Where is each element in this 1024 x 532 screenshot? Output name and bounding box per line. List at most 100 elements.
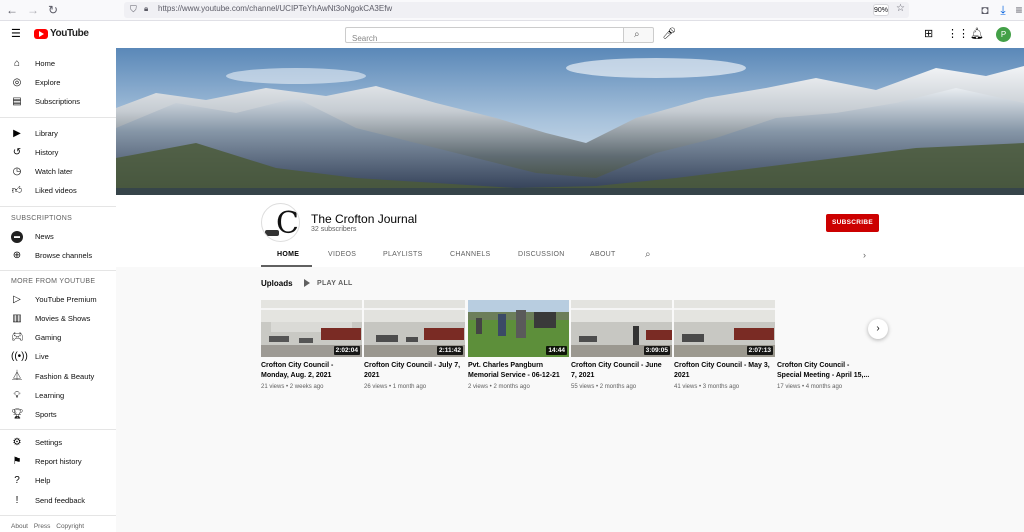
feedback-icon: ! [15, 495, 19, 506]
notifications-bell-icon[interactable]: 🔔︎ [970, 28, 984, 40]
search-input[interactable] [346, 31, 623, 46]
divider [0, 515, 116, 516]
footer-links: About Press Copyright [11, 523, 88, 530]
download-icon[interactable]: ⤓ [996, 3, 1010, 17]
sidebar-item-label: Subscriptions [35, 97, 81, 106]
view-count: 26 views [364, 384, 388, 390]
forward-arrow-icon[interactable]: → [26, 3, 40, 17]
chevron-right-icon[interactable]: › [863, 250, 866, 260]
footer-link-press[interactable]: Press [34, 523, 51, 530]
subscribe-button[interactable]: SUBSCRIBE [826, 214, 879, 232]
url-text[interactable]: https://www.youtube.com/channel/UCIPTeYh… [158, 4, 392, 13]
sidebar-item-settings[interactable]: ⚙ Settings [0, 433, 116, 452]
tab-home[interactable]: HOME [277, 251, 299, 258]
tab-channels[interactable]: CHANNELS [450, 251, 491, 258]
sidebar-item-fashion-beauty[interactable]: ⏅ Fashion & Beauty [0, 367, 116, 386]
play-all-button[interactable]: PLAY ALL [317, 280, 353, 287]
sidebar-item-live[interactable]: ((•)) Live [0, 347, 116, 366]
sidebar-item-subscriptions[interactable]: ▤ Subscriptions [0, 92, 116, 111]
sidebar-item-browse-channels[interactable]: ⊕ Browse channels [0, 246, 116, 265]
sidebar-item-label: News [35, 232, 54, 241]
live-icon: ((•)) [11, 351, 28, 362]
microphone-icon[interactable]: 🎤︎ [662, 28, 676, 40]
lock-icon[interactable]: 🔒︎ [144, 4, 148, 14]
video-title[interactable]: Crofton City Council - Monday, Aug. 2, 2… [261, 361, 359, 381]
upload-age: 1 month ago [392, 384, 427, 390]
pocket-icon[interactable]: ◘ [978, 3, 992, 17]
sidebar: ⌂ Home ◎ Explore ▤ Subscriptions ▶ Libra… [0, 48, 116, 532]
yt-header: ☰ YouTube ⌕ 🎤︎ ⊞ ⋮⋮ 🔔︎ P [0, 21, 1024, 48]
sidebar-item-help[interactable]: ? Help [0, 471, 116, 490]
footer-link-about[interactable]: About [11, 523, 28, 530]
back-arrow-icon[interactable]: ← [5, 3, 19, 17]
sidebar-item-label: YouTube Premium [35, 295, 97, 304]
subscriber-count: 32 subscribers [311, 226, 357, 233]
menu-icon[interactable]: ≡ [1012, 3, 1024, 17]
tab-discussion[interactable]: DISCUSSION [518, 251, 565, 258]
tab-videos[interactable]: VIDEOS [328, 251, 356, 258]
carousel-next-button[interactable]: › [868, 319, 888, 339]
channel-avatar[interactable]: C [261, 203, 300, 242]
sidebar-item-label: Browse channels [35, 251, 93, 260]
address-bar[interactable]: ⛉ 🔒︎ https://www.youtube.com/channel/UCI… [124, 2, 909, 18]
video-duration: 2:11:42 [436, 346, 463, 355]
sidebar-item-gaming[interactable]: 🎮︎ Gaming [0, 328, 116, 347]
bookmark-star-icon[interactable]: ☆ [896, 3, 905, 14]
sidebar-item-learning[interactable]: 💡︎ Learning [0, 386, 116, 405]
video-meta: 2 views • 2 months ago [468, 384, 530, 390]
video-thumbnail[interactable]: 2:02:04 [261, 300, 362, 357]
uploads-title[interactable]: Uploads [261, 279, 293, 288]
sidebar-item-label: Help [35, 476, 51, 485]
crofton-logo-icon: C [276, 206, 299, 241]
upload-age: 2 months ago [493, 384, 530, 390]
video-title[interactable]: Pvt. Charles Pangburn Memorial Service -… [468, 361, 566, 381]
sidebar-item-home[interactable]: ⌂ Home [0, 54, 116, 73]
sidebar-item-report-history[interactable]: ⚑ Report history [0, 452, 116, 471]
view-count: 41 views [674, 384, 698, 390]
apps-grid-icon[interactable]: ⋮⋮ [947, 28, 969, 40]
sidebar-item-explore[interactable]: ◎ Explore [0, 73, 116, 92]
reload-icon[interactable]: ↻ [46, 3, 60, 17]
sidebar-item-send-feedback[interactable]: ! Send feedback [0, 491, 116, 510]
video-duration: 2:07:13 [746, 346, 773, 355]
sidebar-item-watch-later[interactable]: ◷ Watch later [0, 162, 116, 181]
video-meta: 41 views • 3 months ago [674, 384, 740, 390]
sidebar-item-library[interactable]: ▶ Library [0, 124, 116, 143]
channel-name: The Crofton Journal [311, 212, 418, 226]
tab-playlists[interactable]: PLAYLISTS [383, 251, 423, 258]
tab-about[interactable]: ABOUT [590, 251, 616, 258]
zoom-level[interactable]: 90% [873, 4, 889, 16]
video-thumbnail[interactable]: 2:07:13 [674, 300, 775, 357]
sidebar-item-label: Report history [35, 457, 82, 466]
hamburger-menu-icon[interactable]: ☰ [11, 28, 21, 40]
play-all-icon[interactable] [304, 279, 310, 287]
news-icon: ▬ [11, 231, 23, 243]
shield-icon[interactable]: ⛉ [130, 4, 137, 15]
search-button[interactable]: ⌕ [623, 27, 654, 43]
video-thumbnail[interactable]: 14:44 [468, 300, 569, 357]
sidebar-item-sports[interactable]: 🏆︎ Sports [0, 405, 116, 424]
video-title[interactable]: Crofton City Council - June 7, 2021 [571, 361, 669, 381]
view-count: 2 views [468, 384, 489, 390]
logo-text[interactable]: YouTube [50, 28, 89, 39]
avatar[interactable]: P [996, 27, 1011, 42]
video-title[interactable]: Crofton City Council - Special Meeting -… [777, 361, 875, 381]
sidebar-item-liked-videos[interactable]: 👍︎ Liked videos [0, 181, 116, 200]
sidebar-item-label: Explore [35, 78, 61, 87]
sidebar-item-movies-shows[interactable]: ▥ Movies & Shows [0, 309, 116, 328]
upload-age: 4 months ago [805, 384, 843, 390]
sidebar-item-news[interactable]: ▬ News [0, 227, 116, 246]
video-thumbnail[interactable]: 2:11:42 [364, 300, 465, 357]
home-icon: ⌂ [13, 58, 21, 69]
create-video-icon[interactable]: ⊞ [924, 28, 933, 40]
sidebar-item-history[interactable]: ↺ History [0, 143, 116, 162]
sidebar-item-youtube-premium[interactable]: ▷ YouTube Premium [0, 290, 116, 309]
video-thumbnail[interactable]: 3:09:05 [571, 300, 672, 357]
footer-link-copyright[interactable]: Copyright [56, 523, 84, 530]
trophy-icon: 🏆︎ [11, 409, 24, 420]
video-title[interactable]: Crofton City Council - May 3, 2021 [674, 361, 772, 381]
video-title[interactable]: Crofton City Council - July 7, 2021 [364, 361, 462, 381]
clock-icon: ◷ [12, 166, 22, 177]
channel-search-icon[interactable]: ⌕ [645, 249, 651, 260]
video-meta: 17 views • 4 months ago [777, 384, 843, 390]
